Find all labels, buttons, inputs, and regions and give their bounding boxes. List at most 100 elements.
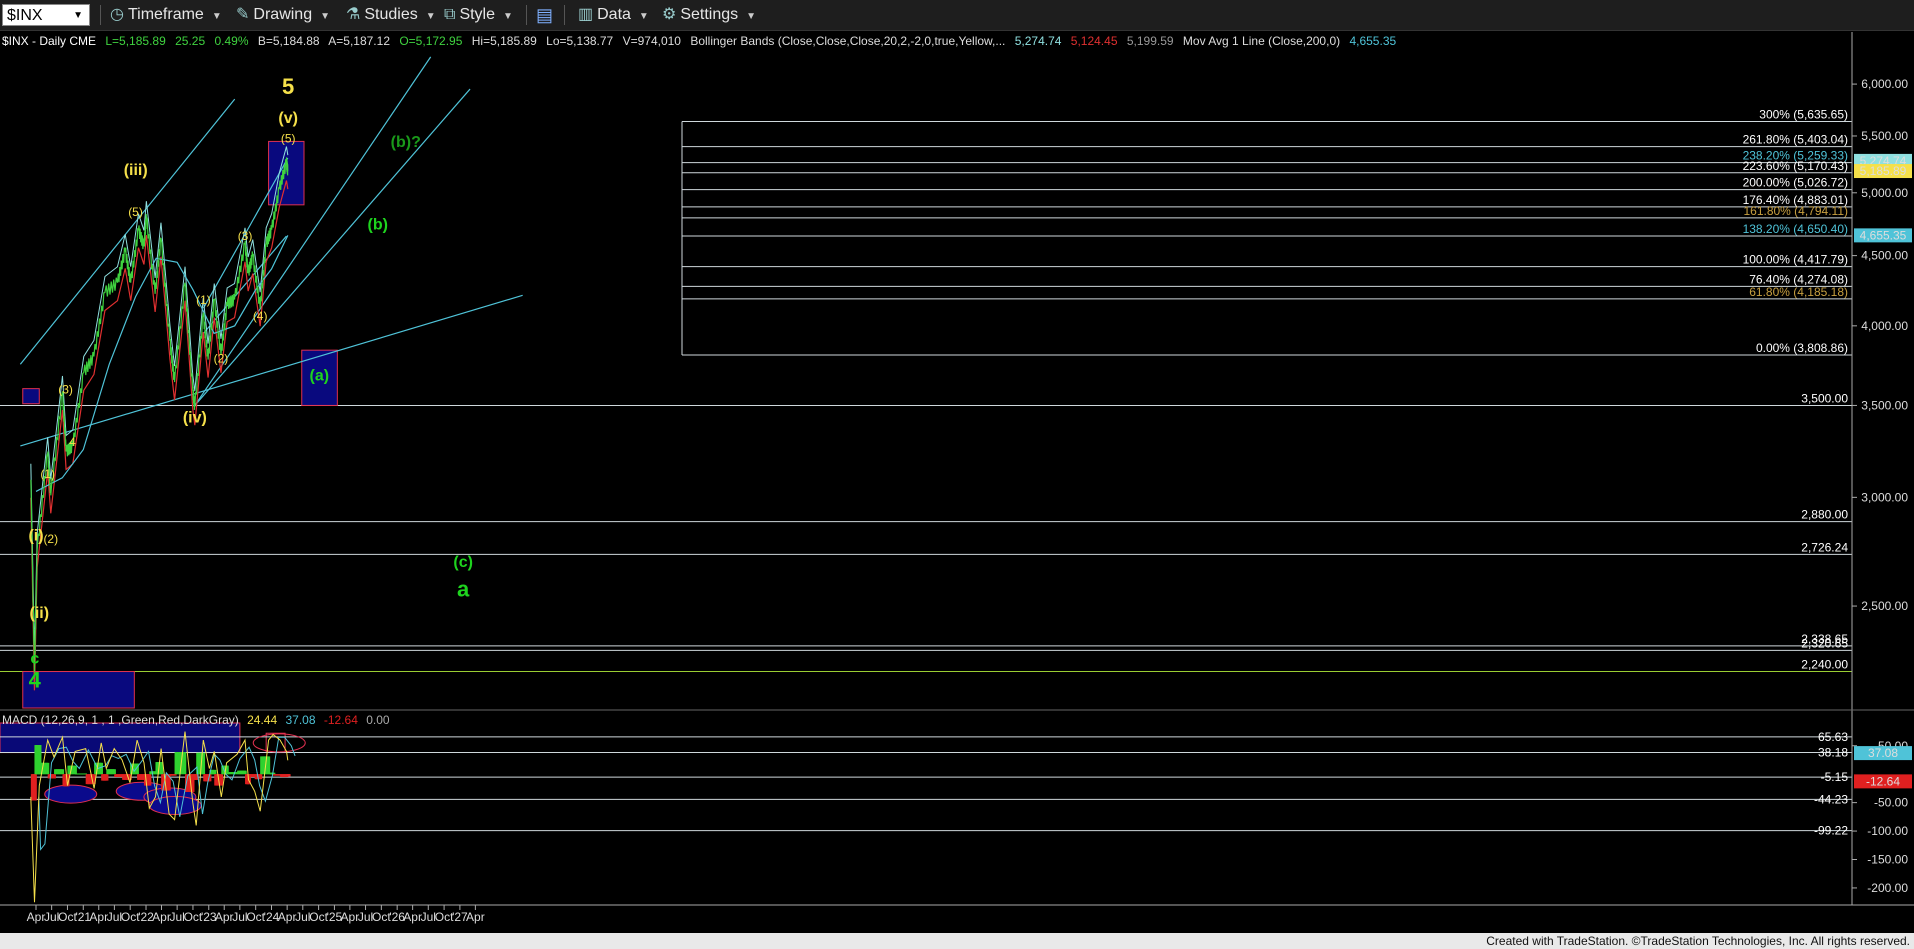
macd-marker-label: 37.08 xyxy=(1868,746,1898,760)
wave-label: (2) xyxy=(43,532,58,546)
layout-icon[interactable]: ▤ xyxy=(536,4,553,26)
macd-histogram-bar xyxy=(148,774,152,786)
wave-label: (2) xyxy=(214,352,229,366)
time-tick-label: Apr xyxy=(403,910,422,924)
macd-histogram-bar xyxy=(202,752,206,775)
legend-low: Lo=5,138.77 xyxy=(546,34,614,48)
data-menu[interactable]: ▥ Data ▼ xyxy=(578,4,649,26)
fib-level-label: 0.00% (3,808.86) xyxy=(1756,341,1848,355)
price-level-label: 2,880.00 xyxy=(1801,508,1848,522)
footer: Created with TradeStation. ©TradeStation… xyxy=(0,933,1914,949)
toolbar: $INX ▼ ◷ Timeframe ▼ ✎ Drawing ▼ ⚗ Studies ▼ ⧉ S… xyxy=(0,0,1914,31)
chevron-down-icon: ▼ xyxy=(425,11,436,22)
macd-name: MACD (12,26,9, 1 , 1 ,Green,Red,DarkGray… xyxy=(2,713,239,727)
macd-signal: 37.08 xyxy=(285,713,316,727)
macd-histogram-bar xyxy=(33,774,37,801)
macd-marker-label: -12.64 xyxy=(1866,774,1900,788)
price-tick-label: 4,000.00 xyxy=(1861,319,1908,333)
macd-histogram-bar xyxy=(46,762,50,775)
legend-bb-lower: 5,124.45 xyxy=(1070,34,1118,48)
macd-level-label: 65.63 xyxy=(1818,730,1848,744)
macd-histogram-bar xyxy=(183,752,187,775)
wave-label: (b) xyxy=(368,217,388,234)
price-tick-label: 5,500.00 xyxy=(1861,129,1908,143)
chevron-down-icon[interactable]: ▼ xyxy=(73,5,83,27)
time-tick-label: Jul xyxy=(421,910,436,924)
macd-histogram-bar xyxy=(105,774,109,781)
macd-tick-label: -50.00 xyxy=(1874,796,1908,810)
fib-level-label: 100.00% (4,417.79) xyxy=(1743,253,1848,267)
studies-menu[interactable]: ⚗ Studies ▼ xyxy=(346,4,436,26)
price-legend: $INX - Daily CME L=5,185.89 25.25 0.49% … xyxy=(2,33,1402,49)
legend-ask: A=5,187.12 xyxy=(328,34,390,48)
macd-histogram-bar xyxy=(99,762,103,775)
price-level-label: 3,500.00 xyxy=(1801,391,1848,405)
target-box-v xyxy=(268,140,305,206)
macd-histogram-bar xyxy=(243,770,247,775)
macd-histogram-bar xyxy=(52,774,56,779)
wave-label: (iv) xyxy=(183,410,207,427)
timeframe-menu[interactable]: ◷ Timeframe ▼ xyxy=(110,4,222,26)
legend-change-pct: 0.49% xyxy=(214,34,249,48)
time-tick-label: Jul xyxy=(358,910,373,924)
box-prior-high xyxy=(22,388,40,405)
macd-zero: 0.00 xyxy=(366,713,390,727)
legend-symbol: $INX - Daily CME xyxy=(2,34,97,48)
legend-last: L=5,185.89 xyxy=(105,34,166,48)
wave-label: 4 xyxy=(29,668,42,693)
gear-icon: ⚙ xyxy=(662,6,677,23)
bar-chart-icon: ▥ xyxy=(578,6,594,23)
wave-label: c xyxy=(30,651,39,668)
macd-histogram-bar xyxy=(213,769,217,775)
macd-tick-label: -100.00 xyxy=(1867,824,1908,838)
time-tick-label: Apr xyxy=(27,910,46,924)
fib-level-label: 261.80% (5,403.04) xyxy=(1743,133,1848,147)
wave-label: 4 xyxy=(69,435,76,449)
wave-label: (1) xyxy=(196,293,211,307)
wave-label: (ii) xyxy=(29,605,49,622)
macd-level-label: -5.15 xyxy=(1821,770,1849,784)
time-tick-label: Apr xyxy=(341,910,360,924)
toolbar-divider xyxy=(526,5,527,25)
fib-level-label: 61.80% (4,185.18) xyxy=(1749,285,1848,299)
legend-high: Hi=5,185.89 xyxy=(471,34,537,48)
price-tick-label: 3,000.00 xyxy=(1861,490,1908,504)
macd-histogram-bar xyxy=(287,774,291,777)
time-tick-label: Apr xyxy=(152,910,171,924)
symbol-input[interactable]: $INX ▼ xyxy=(2,4,90,26)
pencil-icon: ✎ xyxy=(236,6,250,23)
wave-label: (4) xyxy=(253,309,268,323)
macd-histogram-bar xyxy=(220,774,224,786)
price-tick-label: 5,000.00 xyxy=(1861,186,1908,200)
drawing-menu[interactable]: ✎ Drawing ▼ xyxy=(236,4,330,26)
time-tick-label: Jul xyxy=(44,910,59,924)
legend-bb-upper: 5,274.74 xyxy=(1014,34,1062,48)
macd-divergence-ellipse xyxy=(44,784,98,804)
chevron-down-icon: ▼ xyxy=(211,11,222,22)
legend-ma-name: Mov Avg 1 Line (Close,200,0) xyxy=(1182,34,1341,48)
macd-diff: -12.64 xyxy=(323,713,358,727)
macd-histogram-bar xyxy=(259,774,263,780)
style-icon: ⧉ xyxy=(444,6,456,23)
bollinger-upper-line xyxy=(30,146,289,657)
macd-histogram-bar xyxy=(267,756,271,775)
price-level-label: 2,320.65 xyxy=(1801,636,1848,650)
legend-bb-mid: 5,199.59 xyxy=(1126,34,1174,48)
legend-open: O=5,172.95 xyxy=(399,34,463,48)
price-tick-label: 4,500.00 xyxy=(1861,249,1908,263)
wave-label: (5) xyxy=(281,132,296,146)
price-level-label: 2,240.00 xyxy=(1801,658,1848,672)
macd-histogram-bar xyxy=(61,769,65,775)
settings-menu[interactable]: ⚙ Settings ▼ xyxy=(662,4,756,26)
macd-tick-label: -200.00 xyxy=(1867,881,1908,895)
macd-level-label: -99.22 xyxy=(1814,824,1848,838)
chevron-down-icon: ▼ xyxy=(503,11,513,22)
price-tick-label: 2,500.00 xyxy=(1861,599,1908,613)
price-level-label: 2,726.24 xyxy=(1801,540,1848,554)
price-tick-label: 6,000.00 xyxy=(1861,77,1908,91)
style-menu[interactable]: ⧉ Style ▼ xyxy=(444,4,513,26)
macd-value: 24.44 xyxy=(247,713,278,727)
wave-label: (c) xyxy=(453,554,473,571)
time-tick-label: Apr xyxy=(466,910,485,924)
wave-label: a xyxy=(457,577,470,602)
